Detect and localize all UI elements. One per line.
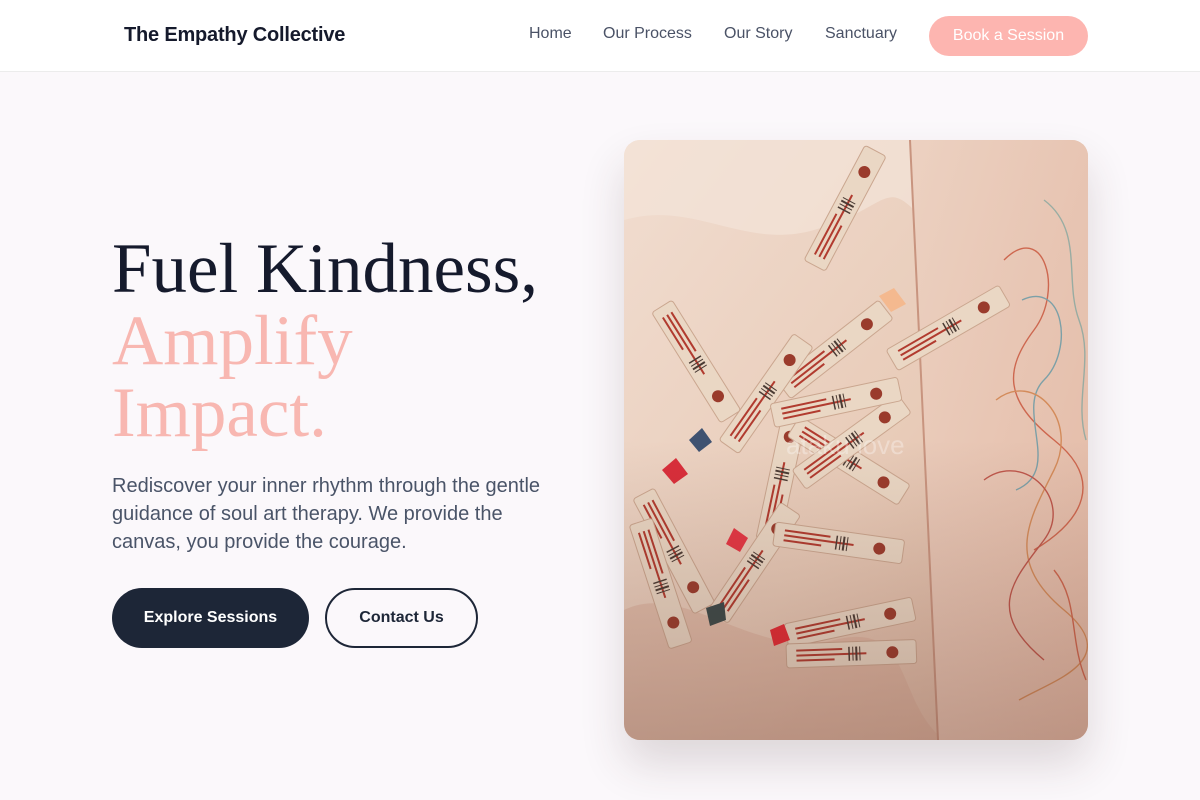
hero-headline-line-2: Amplify [112, 302, 353, 380]
nav-home[interactable]: Home [529, 25, 572, 43]
contact-us-button[interactable]: Contact Us [325, 588, 478, 648]
site-logo[interactable]: The Empathy Collective [124, 24, 345, 47]
nav-our-story[interactable]: Our Story [724, 25, 792, 43]
hero-headline-line-1: Fuel Kindness, [112, 230, 538, 308]
book-session-button[interactable]: Book a Session [929, 16, 1088, 56]
site-header: The Empathy Collective Home Our Process … [0, 0, 1200, 72]
explore-sessions-button[interactable]: Explore Sessions [112, 588, 309, 648]
nav-our-process[interactable]: Our Process [603, 25, 692, 43]
hero-headline-line-3: Impact. [112, 374, 327, 452]
hero-lead-text: Rediscover your inner rhythm through the… [112, 475, 541, 553]
nav-sanctuary[interactable]: Sanctuary [825, 25, 897, 43]
image-watermark: ataku love [786, 430, 905, 460]
